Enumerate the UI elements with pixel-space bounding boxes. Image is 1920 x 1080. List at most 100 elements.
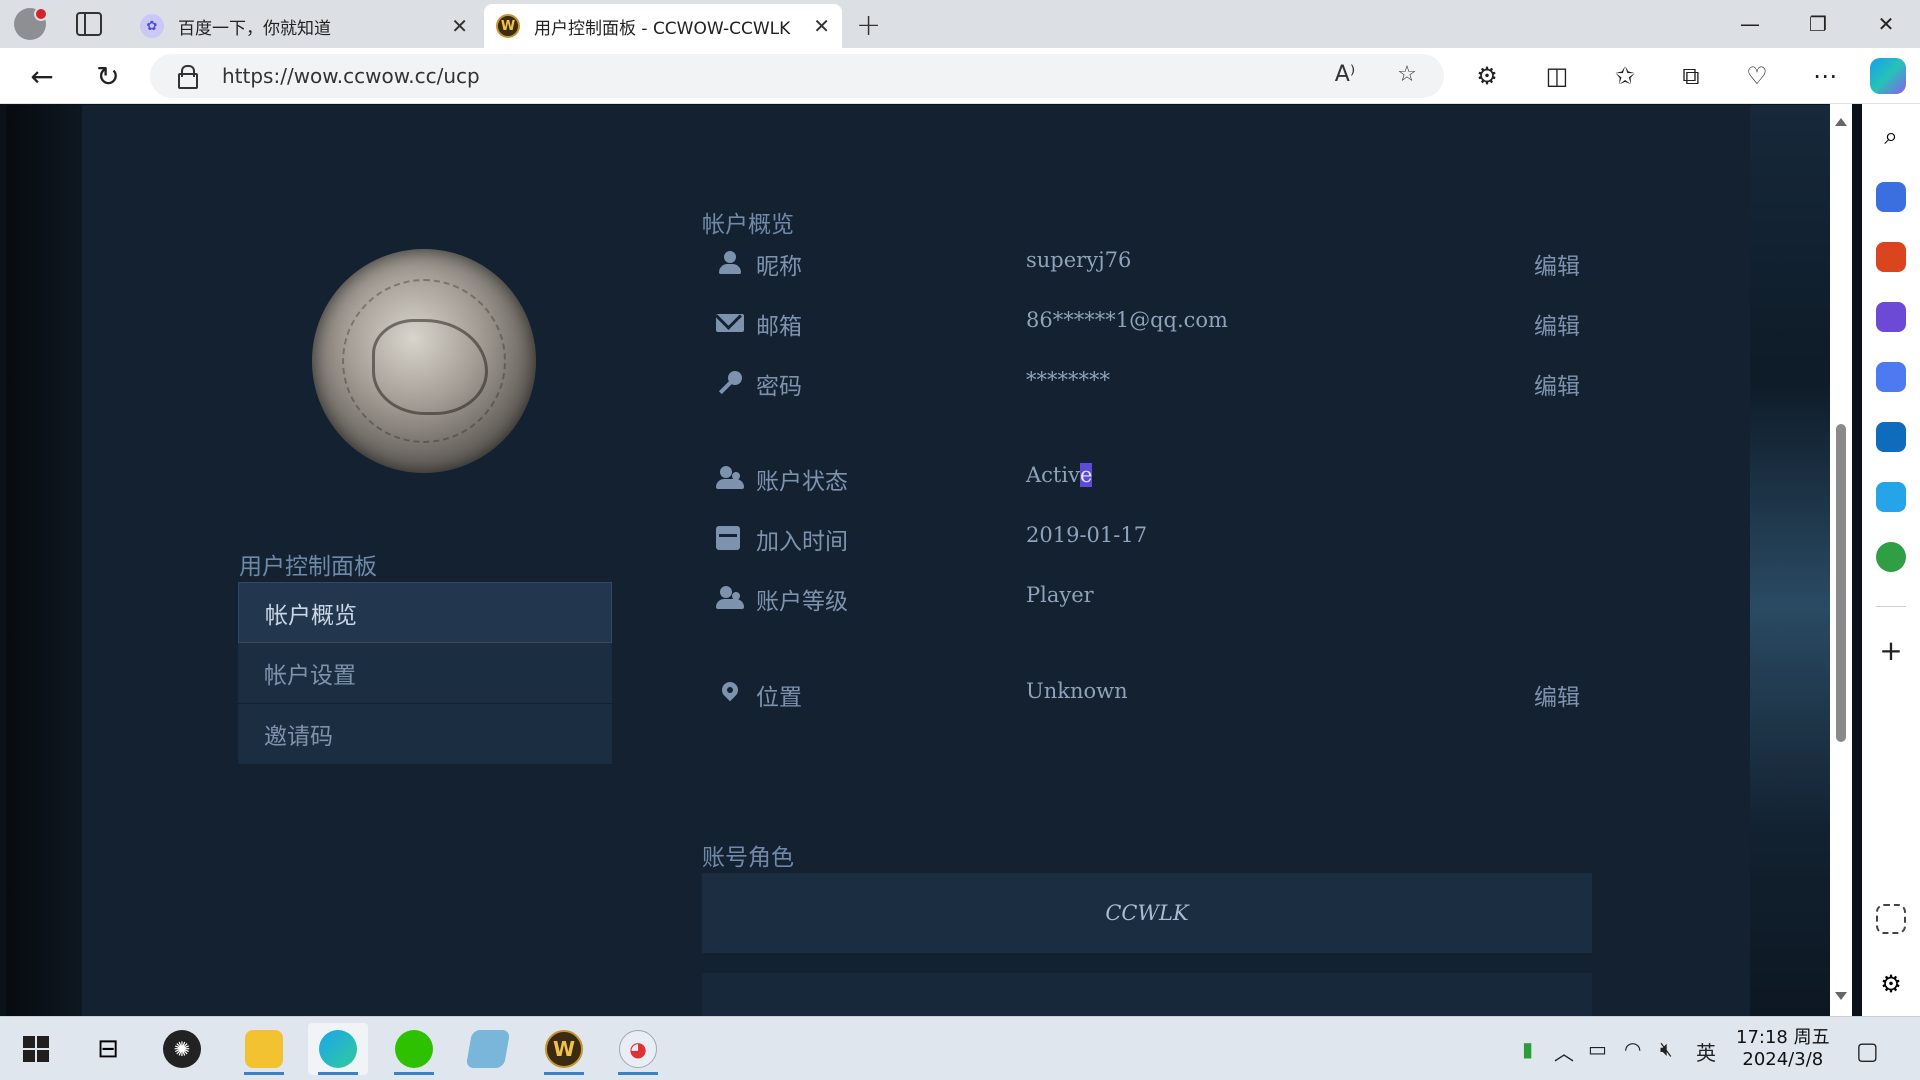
clock-date: 2024/3/8 <box>1742 1049 1824 1070</box>
menu-item-settings[interactable]: 帐户设置 <box>238 643 612 704</box>
scroll-down-arrow-icon[interactable] <box>1835 992 1847 1000</box>
lock-icon[interactable] <box>178 65 198 89</box>
running-indicator <box>318 1072 358 1075</box>
read-aloud-icon[interactable]: A⁾ <box>1330 62 1360 92</box>
search-icon[interactable]: ⌕ <box>1876 122 1906 152</box>
notes-app[interactable] <box>458 1023 518 1075</box>
wifi-icon[interactable]: ◠ <box>1624 1037 1641 1061</box>
copilot-icon[interactable] <box>1870 58 1906 94</box>
running-indicator <box>544 1072 584 1075</box>
microsoft-365-icon[interactable] <box>1876 362 1906 392</box>
menu-item-overview[interactable]: 帐户概览 <box>238 582 612 643</box>
restore-button[interactable]: ❐ <box>1784 0 1852 48</box>
tree-icon[interactable] <box>1876 542 1906 572</box>
add-sidebar-app-icon[interactable]: + <box>1876 634 1906 667</box>
scroll-thumb[interactable] <box>1836 424 1846 742</box>
tools-icon[interactable] <box>1876 242 1906 272</box>
screenshot-icon[interactable] <box>1876 904 1906 934</box>
send-icon[interactable] <box>1876 482 1906 512</box>
map-pin-icon <box>716 680 744 708</box>
extensions-icon[interactable]: ⚙ <box>1470 60 1504 94</box>
games-icon[interactable] <box>1876 302 1906 332</box>
edit-email-link[interactable]: 编辑 <box>1534 307 1580 341</box>
start-button[interactable] <box>6 1023 66 1075</box>
running-indicator <box>394 1072 434 1075</box>
tab-actions-icon[interactable] <box>76 12 102 36</box>
characters-title: 账号角色 <box>702 845 794 871</box>
minimize-button[interactable]: — <box>1716 0 1784 48</box>
browser-essentials-icon[interactable]: ♡ <box>1740 60 1774 94</box>
page-scrollbar[interactable] <box>1830 104 1852 1016</box>
edit-password-link[interactable]: 编辑 <box>1534 367 1580 401</box>
favorites-icon[interactable]: ✩ <box>1608 60 1642 94</box>
sidebar-settings-icon[interactable]: ⚙ <box>1876 970 1906 1000</box>
show-hidden-icons-icon[interactable]: ︿ <box>1554 1037 1574 1066</box>
menu-item-invite-code[interactable]: 邀请码 <box>238 704 612 765</box>
profile-avatar[interactable] <box>14 7 48 40</box>
swirl-app-icon: ✺ <box>163 1030 201 1068</box>
notification-center-icon[interactable]: ▢ <box>1856 1037 1879 1065</box>
password-row: 密码 ******** 编辑 <box>716 363 1592 403</box>
favorite-star-icon[interactable]: ☆ <box>1392 62 1422 92</box>
url-bar[interactable]: https://wow.ccwow.cc/ucp A⁾ ☆ <box>150 54 1444 98</box>
new-tab-button[interactable]: + <box>856 8 881 43</box>
text-selection: e <box>1079 463 1093 487</box>
realm-name: CCWLK <box>1105 901 1189 925</box>
more-menu-icon[interactable]: ⋯ <box>1808 60 1842 94</box>
collections-icon[interactable]: ⧉ <box>1674 60 1708 94</box>
edit-nickname-link[interactable]: 编辑 <box>1534 247 1580 281</box>
close-tab-icon[interactable]: ✕ <box>813 14 830 38</box>
status-value-text: Activ <box>1026 463 1080 487</box>
pinned-app-swirl[interactable]: ✺ <box>152 1023 212 1075</box>
realm-header: CCWLK <box>702 873 1592 953</box>
level-row: 账户等级 Player <box>716 578 1592 618</box>
ime-indicator[interactable]: 英 <box>1696 1037 1716 1066</box>
email-label: 邮箱 <box>756 314 802 340</box>
url-text[interactable]: https://wow.ccwow.cc/ucp <box>222 64 480 88</box>
status-value: Active <box>1026 463 1093 487</box>
browser-tab-bar: ✿ 百度一下，你就知道 ✕ W 用户控制面板 - CCWOW-CCWLK ✕ +… <box>0 0 1920 48</box>
status-label: 账户状态 <box>756 469 848 495</box>
windows-taskbar: ⊟ ✺ W ◕ ▮ ︿ ▭ ◠ 🔇︎ 英 17:18 周五 2024/3/8 ▢ <box>0 1016 1920 1080</box>
user-icon <box>716 249 744 277</box>
nickname-row: 昵称 superyj76 编辑 <box>716 243 1592 283</box>
clock-time: 17:18 周五 <box>1736 1027 1830 1048</box>
task-view-icon[interactable]: ⊟ <box>78 1023 138 1075</box>
palette-icon: ◕ <box>619 1030 657 1068</box>
wechat-icon <box>395 1030 433 1068</box>
joined-value: 2019-01-17 <box>1026 523 1148 547</box>
nickname-value: superyj76 <box>1026 248 1132 272</box>
battery-icon[interactable]: ▭ <box>1588 1037 1607 1061</box>
close-window-button[interactable]: ✕ <box>1852 0 1920 48</box>
background-art-right <box>1750 105 1830 1016</box>
tab-ucp[interactable]: W 用户控制面板 - CCWOW-CCWLK ✕ <box>484 4 842 48</box>
back-button[interactable]: ← <box>24 58 60 94</box>
location-row: 位置 Unknown 编辑 <box>716 674 1592 714</box>
edge-browser[interactable] <box>308 1023 368 1075</box>
system-clock[interactable]: 17:18 周五 2024/3/8 <box>1736 1027 1830 1071</box>
refresh-button[interactable]: ↻ <box>90 58 126 94</box>
shopping-tag-icon[interactable] <box>1876 182 1906 212</box>
outlook-icon[interactable] <box>1876 422 1906 452</box>
split-screen-icon[interactable]: ◫ <box>1540 60 1574 94</box>
edit-location-link[interactable]: 编辑 <box>1534 678 1580 712</box>
password-label: 密码 <box>756 374 802 400</box>
close-tab-icon[interactable]: ✕ <box>451 14 468 38</box>
scroll-up-arrow-icon[interactable] <box>1835 118 1847 126</box>
paint-app[interactable]: ◕ <box>608 1023 668 1075</box>
wechat[interactable] <box>384 1023 444 1075</box>
file-explorer[interactable] <box>234 1023 294 1075</box>
notepad-icon <box>465 1030 511 1068</box>
window-controls: — ❐ ✕ <box>1716 0 1920 48</box>
volume-muted-icon[interactable]: 🔇︎ <box>1660 1037 1673 1061</box>
key-icon <box>716 369 744 397</box>
tab-baidu[interactable]: ✿ 百度一下，你就知道 ✕ <box>128 4 480 48</box>
password-value: ******** <box>1026 368 1110 392</box>
battery-saver-icon[interactable]: ▮ <box>1522 1037 1533 1061</box>
wow-launcher[interactable]: W <box>534 1023 594 1075</box>
ucp-menu: 帐户概览 帐户设置 邀请码 <box>238 582 612 765</box>
user-shield-icon <box>716 584 744 612</box>
joined-label: 加入时间 <box>756 529 848 555</box>
folder-icon <box>245 1030 283 1068</box>
character-list <box>702 973 1592 1016</box>
